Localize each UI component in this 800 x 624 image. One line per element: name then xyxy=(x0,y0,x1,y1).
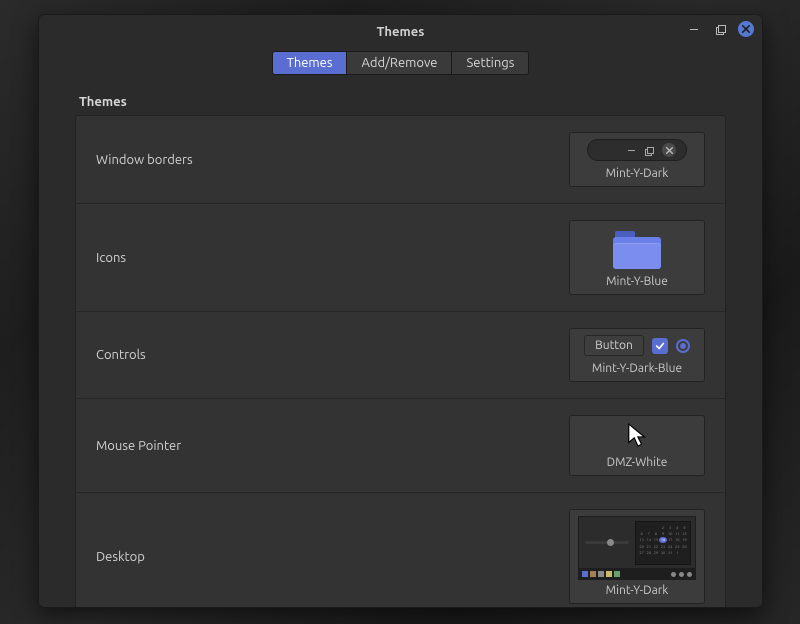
tab-settings[interactable]: Settings xyxy=(452,52,528,74)
content-area: Themes Window borders Mint- xyxy=(39,89,762,607)
titlebar: Themes xyxy=(39,15,762,49)
maximize-icon xyxy=(716,25,724,33)
mouse-pointer-preview xyxy=(578,422,696,450)
row-icons-label: Icons xyxy=(96,251,126,265)
mouse-pointer-selector[interactable]: DMZ-White xyxy=(569,415,705,476)
preview-close-icon xyxy=(662,143,676,157)
window-title: Themes xyxy=(377,25,425,39)
row-mouse-pointer-label: Mouse Pointer xyxy=(96,439,181,453)
window-borders-selector[interactable]: Mint-Y-Dark xyxy=(569,132,705,187)
maximize-button[interactable] xyxy=(712,21,728,37)
row-window-borders-label: Window borders xyxy=(96,153,193,167)
close-button[interactable] xyxy=(738,21,754,37)
window-borders-preview-bar xyxy=(587,139,687,161)
window-borders-preview xyxy=(578,139,696,161)
controls-preview: Button xyxy=(578,335,696,356)
window-borders-value: Mint-Y-Dark xyxy=(606,167,669,180)
row-desktop: Desktop 23456789101112131415161718192021… xyxy=(76,492,725,607)
minimize-icon xyxy=(690,29,698,30)
calendar-icon: 2345678910111213141516171819202122232425… xyxy=(635,521,691,565)
themes-card: Window borders Mint-Y-Dark xyxy=(75,115,726,607)
tab-bar: Themes Add/Remove Settings xyxy=(39,51,762,75)
window-controls xyxy=(686,21,754,37)
desktop-value: Mint-Y-Dark xyxy=(606,584,669,597)
preview-maximize-icon xyxy=(645,147,652,154)
tab-bar-inner: Themes Add/Remove Settings xyxy=(272,51,530,75)
sample-button: Button xyxy=(584,335,644,356)
folder-icon xyxy=(613,231,661,269)
row-desktop-label: Desktop xyxy=(96,550,145,564)
controls-value: Mint-Y-Dark-Blue xyxy=(592,362,682,375)
icons-value: Mint-Y-Blue xyxy=(606,275,668,288)
mouse-pointer-value: DMZ-White xyxy=(607,456,668,469)
desktop-preview: 2345678910111213141516171819202122232425… xyxy=(578,516,696,580)
close-icon xyxy=(738,21,754,37)
icons-selector[interactable]: Mint-Y-Blue xyxy=(569,220,705,295)
minimize-button[interactable] xyxy=(686,21,702,37)
row-controls-label: Controls xyxy=(96,348,146,362)
tab-themes[interactable]: Themes xyxy=(273,52,348,74)
sample-checkbox-icon xyxy=(652,338,668,354)
desktop-thumbnail: 2345678910111213141516171819202122232425… xyxy=(578,516,696,580)
row-controls: Controls Button Mint-Y-Dark-Blue xyxy=(76,311,725,398)
sample-radio-icon xyxy=(676,339,690,353)
row-window-borders: Window borders Mint-Y-Dark xyxy=(76,116,725,203)
desktop-selector[interactable]: 2345678910111213141516171819202122232425… xyxy=(569,509,705,604)
section-heading: Themes xyxy=(75,89,726,115)
row-icons: Icons Mint-Y-Blue xyxy=(76,203,725,311)
themes-window: Themes Themes Add/Remove Settings Themes… xyxy=(38,14,763,608)
tab-add-remove[interactable]: Add/Remove xyxy=(347,52,452,74)
row-mouse-pointer: Mouse Pointer DMZ-White xyxy=(76,398,725,492)
icons-preview xyxy=(578,231,696,269)
cursor-icon xyxy=(626,422,648,450)
preview-minimize-icon xyxy=(628,150,635,151)
controls-selector[interactable]: Button Mint-Y-Dark-Blue xyxy=(569,328,705,382)
